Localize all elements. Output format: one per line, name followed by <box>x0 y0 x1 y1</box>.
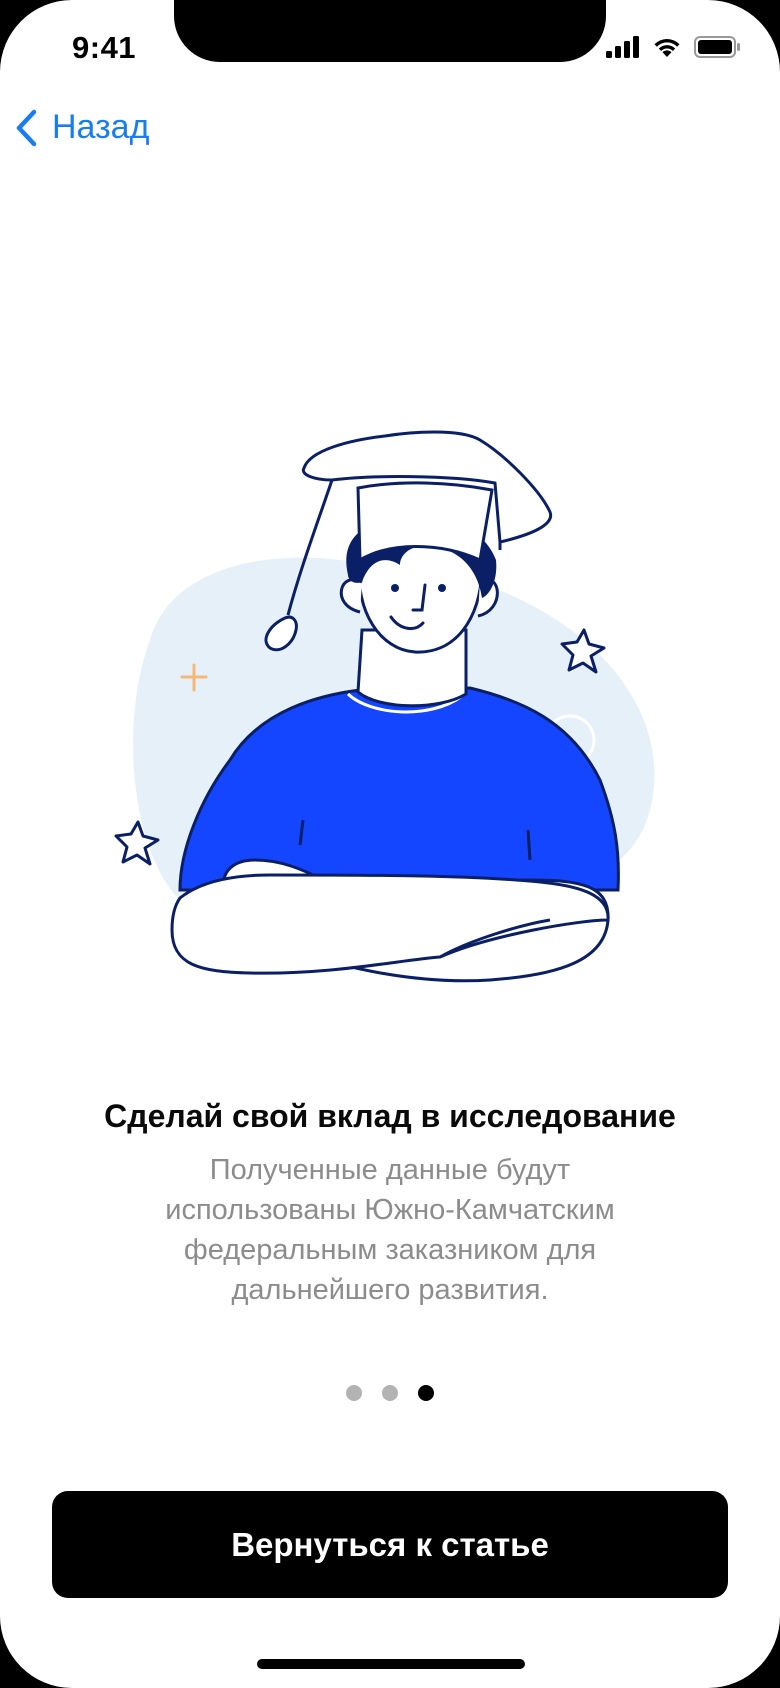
wifi-icon <box>654 38 680 57</box>
page-title: Сделай свой вклад в исследование <box>104 1098 676 1134</box>
eye-left <box>391 584 399 592</box>
back-button[interactable]: Назад <box>14 108 149 147</box>
return-to-article-label: Вернуться к статье <box>231 1525 549 1563</box>
page-dot-2[interactable] <box>382 1385 398 1401</box>
student-illustration <box>114 430 655 983</box>
return-to-article-button[interactable]: Вернуться к статье <box>52 1491 728 1598</box>
back-label: Назад <box>52 108 150 146</box>
shirt-fold-right <box>526 829 532 861</box>
page-dot-1[interactable] <box>346 1385 362 1401</box>
page-dot-3-active[interactable] <box>418 1385 434 1401</box>
status-icons <box>606 36 740 58</box>
battery-icon <box>694 36 740 58</box>
phone-screen: 9:41 Назад Сделай свой вклад в исследова… <box>0 0 780 1688</box>
chevron-left-icon <box>16 109 37 146</box>
status-time: 9:41 <box>72 30 137 65</box>
eye-right <box>438 584 446 592</box>
notch <box>174 0 606 62</box>
cellular-signal-icon <box>606 36 639 58</box>
page-subtitle: Полученные данные будут использованы Южн… <box>165 1154 615 1306</box>
home-indicator[interactable] <box>257 1659 525 1669</box>
page-indicator <box>0 1385 780 1401</box>
